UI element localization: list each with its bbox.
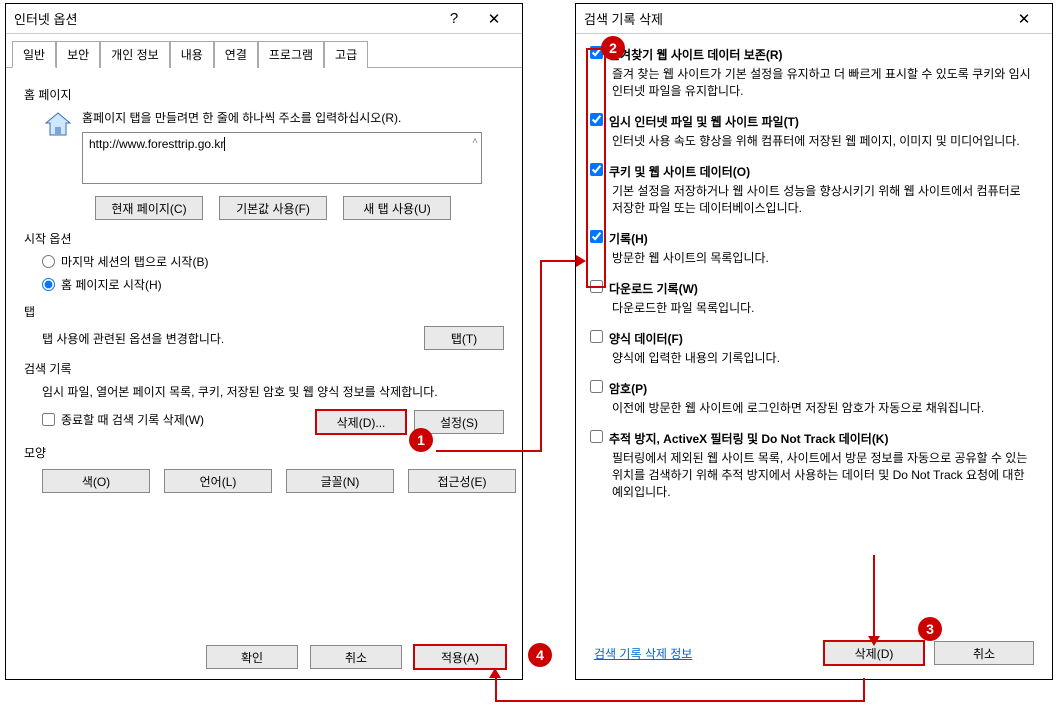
titlebar: 인터넷 옵션 ? ✕ — [6, 4, 522, 34]
history-check-row[interactable]: 추적 방지, ActiveX 필터링 및 Do Not Track 데이터(K) — [590, 430, 1034, 447]
history-check-item: 즐겨찾기 웹 사이트 데이터 보존(R) 즐겨 찾는 웹 사이트가 기본 설정을 … — [590, 46, 1034, 99]
history-check-row[interactable]: 암호(P) — [590, 380, 1034, 397]
homepage-section-label: 홈 페이지 — [24, 86, 504, 103]
tab-general[interactable]: 일반 — [12, 41, 56, 68]
history-check-row[interactable]: 쿠키 및 웹 사이트 데이터(O) — [590, 163, 1034, 180]
history-section-text: 임시 파일, 열어본 페이지 목록, 쿠키, 저장된 암호 및 웹 양식 정보를… — [42, 383, 504, 400]
startup-homepage-radio[interactable]: 홈 페이지로 시작(H) — [42, 276, 504, 293]
history-section-label: 검색 기록 — [24, 360, 504, 377]
use-default-button[interactable]: 기본값 사용(F) — [219, 196, 327, 220]
tabs-button[interactable]: 탭(T) — [424, 326, 504, 350]
history-check-desc: 다운로드한 파일 목록입니다. — [612, 299, 1034, 316]
dialog-button-bar: 검색 기록 삭제 정보 삭제(D) 취소 — [594, 641, 1034, 665]
history-check-row[interactable]: 양식 데이터(F) — [590, 330, 1034, 347]
callout-4: 4 — [528, 643, 552, 667]
history-check-label: 양식 데이터(F) — [609, 330, 683, 347]
history-check-label: 기록(H) — [609, 230, 648, 247]
history-check-label: 추적 방지, ActiveX 필터링 및 Do Not Track 데이터(K) — [609, 430, 888, 447]
tab-section-text: 탭 사용에 관련된 옵션을 변경합니다. — [42, 330, 224, 347]
close-button[interactable]: ✕ — [474, 10, 514, 28]
tab-section-label: 탭 — [24, 303, 504, 320]
startup-last-session-radio[interactable]: 마지막 세션의 탭으로 시작(B) — [42, 253, 504, 270]
homepage-url-input[interactable]: http://www.foresttrip.go.kr ˄ — [82, 132, 482, 184]
history-check-label: 즐겨찾기 웹 사이트 데이터 보존(R) — [609, 46, 783, 63]
callout-1: 1 — [409, 428, 433, 452]
tab-privacy[interactable]: 개인 정보 — [100, 41, 170, 68]
cancel-button[interactable]: 취소 — [310, 645, 402, 669]
history-check-item: 추적 방지, ActiveX 필터링 및 Do Not Track 데이터(K)… — [590, 430, 1034, 500]
help-button[interactable]: ? — [434, 10, 474, 27]
homepage-instruction: 홈페이지 탭을 만들려면 한 줄에 하나씩 주소를 입력하십시오(R). — [82, 109, 482, 126]
history-check-desc: 방문한 웹 사이트의 목록입니다. — [612, 249, 1034, 266]
delete-history-dialog: 검색 기록 삭제 ✕ 즐겨찾기 웹 사이트 데이터 보존(R) 즐겨 찾는 웹 사… — [575, 3, 1053, 680]
tab-programs[interactable]: 프로그램 — [258, 41, 324, 68]
languages-button[interactable]: 언어(L) — [164, 469, 272, 493]
history-check-label: 암호(P) — [609, 380, 647, 397]
highlight-checkbox-group — [586, 48, 606, 288]
history-check-item: 양식 데이터(F) 양식에 입력한 내용의 기록입니다. — [590, 330, 1034, 366]
history-check-desc: 즐겨 찾는 웹 사이트가 기본 설정을 유지하고 더 빠르게 표시할 수 있도록… — [612, 65, 1034, 99]
history-check-desc: 인터넷 사용 속도 향상을 위해 컴퓨터에 저장된 웹 페이지, 이미지 및 미… — [612, 132, 1034, 149]
use-newtab-button[interactable]: 새 탭 사용(U) — [343, 196, 451, 220]
tab-connections[interactable]: 연결 — [214, 41, 258, 68]
history-check-item: 암호(P) 이전에 방문한 웹 사이트에 로그인하면 저장된 암호가 자동으로 채… — [590, 380, 1034, 416]
colors-button[interactable]: 색(O) — [42, 469, 150, 493]
delete-history-panel: 즐겨찾기 웹 사이트 데이터 보존(R) 즐겨 찾는 웹 사이트가 기본 설정을 … — [576, 34, 1052, 526]
history-check-item: 쿠키 및 웹 사이트 데이터(O) 기본 설정을 저장하거나 웹 사이트 성능을 … — [590, 163, 1034, 216]
delete-history-info-link[interactable]: 검색 기록 삭제 정보 — [594, 645, 692, 662]
apply-button[interactable]: 적용(A) — [414, 645, 506, 669]
current-page-button[interactable]: 현재 페이지(C) — [95, 196, 203, 220]
general-panel: 홈 페이지 홈페이지 탭을 만들려면 한 줄에 하나씩 주소를 입력하십시오(R… — [6, 68, 522, 513]
history-check-label: 임시 인터넷 파일 및 웹 사이트 파일(T) — [609, 113, 799, 130]
history-checkbox[interactable] — [590, 430, 603, 443]
dialog-button-bar: 확인 취소 적용(A) — [206, 645, 506, 669]
ok-button[interactable]: 확인 — [206, 645, 298, 669]
history-check-desc: 이전에 방문한 웹 사이트에 로그인하면 저장된 암호가 자동으로 채워집니다. — [612, 399, 1034, 416]
history-check-row[interactable]: 임시 인터넷 파일 및 웹 사이트 파일(T) — [590, 113, 1034, 130]
history-check-desc: 필터링에서 제외된 웹 사이트 목록, 사이트에서 방문 정보를 자동으로 공유… — [612, 449, 1034, 500]
history-check-item: 기록(H) 방문한 웹 사이트의 목록입니다. — [590, 230, 1034, 266]
startup-section-label: 시작 옵션 — [24, 230, 504, 247]
fonts-button[interactable]: 글꼴(N) — [286, 469, 394, 493]
titlebar: 검색 기록 삭제 ✕ — [576, 4, 1052, 34]
scroll-up-icon[interactable]: ˄ — [472, 136, 478, 147]
history-check-desc: 양식에 입력한 내용의 기록입니다. — [612, 349, 1034, 366]
tab-security[interactable]: 보안 — [56, 41, 100, 68]
history-check-desc: 기본 설정을 저장하거나 웹 사이트 성능을 향상시키기 위해 웹 사이트에서 … — [612, 182, 1034, 216]
history-check-label: 쿠키 및 웹 사이트 데이터(O) — [609, 163, 750, 180]
tab-strip: 일반 보안 개인 정보 내용 연결 프로그램 고급 — [6, 34, 522, 68]
tab-content[interactable]: 내용 — [170, 41, 214, 68]
history-checkbox[interactable] — [590, 330, 603, 343]
dialog-title: 검색 기록 삭제 — [584, 9, 1004, 28]
home-icon — [42, 109, 74, 141]
dialog-title: 인터넷 옵션 — [14, 9, 434, 28]
history-check-item: 다운로드 기록(W) 다운로드한 파일 목록입니다. — [590, 280, 1034, 316]
history-checkbox[interactable] — [590, 380, 603, 393]
tab-advanced[interactable]: 고급 — [324, 41, 368, 68]
history-check-row[interactable]: 즐겨찾기 웹 사이트 데이터 보존(R) — [590, 46, 1034, 63]
callout-3: 3 — [918, 617, 942, 641]
callout-2: 2 — [601, 36, 625, 60]
delete-history-button[interactable]: 삭제(D)... — [316, 410, 406, 434]
delete-on-exit-checkbox[interactable]: 종료할 때 검색 기록 삭제(W) — [42, 411, 204, 428]
history-check-row[interactable]: 기록(H) — [590, 230, 1034, 247]
close-button[interactable]: ✕ — [1004, 10, 1044, 28]
internet-options-dialog: 인터넷 옵션 ? ✕ 일반 보안 개인 정보 내용 연결 프로그램 고급 홈 페… — [5, 3, 523, 680]
history-check-label: 다운로드 기록(W) — [609, 280, 698, 297]
cancel-button[interactable]: 취소 — [934, 641, 1034, 665]
homepage-url-value: http://www.foresttrip.go.kr — [89, 137, 224, 151]
history-check-item: 임시 인터넷 파일 및 웹 사이트 파일(T) 인터넷 사용 속도 향상을 위해 … — [590, 113, 1034, 149]
appearance-section-label: 모양 — [24, 444, 504, 461]
history-check-row[interactable]: 다운로드 기록(W) — [590, 280, 1034, 297]
accessibility-button[interactable]: 접근성(E) — [408, 469, 516, 493]
